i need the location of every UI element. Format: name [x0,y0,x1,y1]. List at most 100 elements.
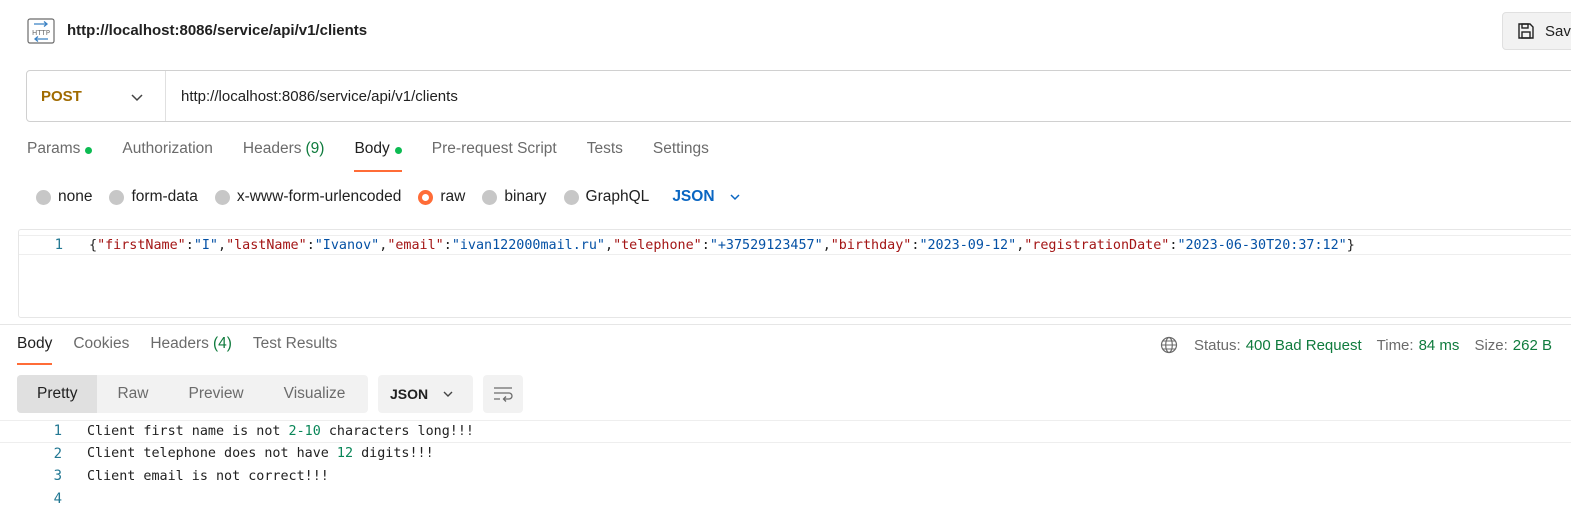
tab-params[interactable]: Params [27,140,93,172]
json-token: "lastName" [226,237,307,253]
active-indicator-dot [85,147,93,154]
body-mode-label: raw [440,188,466,205]
body-mode-x-www-form-urlencoded[interactable]: x-www-form-urlencoded [214,188,402,206]
save-button[interactable]: Sav [1502,12,1571,50]
response-token: Client email is not correct!!! [87,468,329,484]
response-token: Client first name is not [87,423,289,439]
body-mode-options: none form-data x-www-form-urlencoded raw bin… [36,186,741,208]
view-tab-raw[interactable]: Raw [97,375,168,413]
body-mode-none[interactable]: none [36,188,92,206]
body-mode-graphql[interactable]: GraphQL [563,188,650,206]
tab-label: Params [27,140,81,157]
json-token: "I" [193,237,218,253]
tab-label: Tests [586,140,623,157]
radio-button[interactable] [109,189,125,205]
json-token: { [89,237,98,253]
method-select[interactable]: POST [27,71,166,121]
body-format-label: JSON [672,188,715,205]
json-token: "firstName" [97,237,186,253]
tab-label: Authorization [122,140,213,157]
tab-body[interactable]: Body [354,140,403,172]
tab-label: Body [17,335,53,352]
response-status: Status: 400 Bad Request Time: 84 ms Size… [1160,336,1552,354]
json-token: "2023-09-12" [919,237,1017,253]
response-tab-cookies[interactable]: Cookies [73,335,129,365]
radio-button[interactable] [563,189,579,205]
response-token: Client telephone does not have [87,446,337,462]
tab-pre-request-script[interactable]: Pre-request Script [432,140,557,172]
radio-button[interactable] [36,189,51,205]
body-format-select[interactable]: JSON [672,188,740,206]
response-view-tabs: Pretty Raw Preview Visualize [17,375,368,413]
json-token: , [822,237,831,253]
globe-icon[interactable] [1160,336,1178,354]
response-line: 2 Client telephone does not have 12 digit… [0,443,1571,466]
response-line: 1 Client first name is not 2-10 character… [0,420,1571,443]
request-tabs: Params Authorization Headers (9) Body Pre-req… [27,140,739,172]
body-mode-label: form-data [131,188,198,205]
view-tab-visualize[interactable]: Visualize [264,375,366,413]
view-tab-preview[interactable]: Preview [169,375,264,413]
json-code[interactable]: {"firstName":"I","lastName":"Ivanov","em… [89,238,1355,253]
request-name[interactable]: http://localhost:8086/service/api/v1/cli… [67,22,367,39]
body-mode-label: x-www-form-urlencoded [236,188,402,205]
pane-divider[interactable] [0,324,1571,325]
radio-button[interactable] [418,189,434,205]
tab-count: (4) [212,335,232,352]
tab-tests[interactable]: Tests [587,140,623,172]
response-token: 12 [336,446,354,462]
response-tab-test-results[interactable]: Test Results [253,335,337,365]
response-format-select[interactable]: JSON [378,375,473,413]
tab-label: Test Results [252,335,338,352]
json-token: "ivan122000mail.ru" [451,237,605,253]
tab-count: (9) [305,140,325,157]
size-value[interactable]: 262 B [1513,337,1552,354]
response-tab-body[interactable]: Body [17,335,53,365]
wrap-lines-button[interactable] [483,375,523,413]
time-value[interactable]: 84 ms [1419,337,1460,354]
radio-button[interactable] [214,189,230,205]
tab-authorization[interactable]: Authorization [122,140,212,172]
status-label: Status: [1194,336,1241,354]
active-indicator-dot [394,147,402,154]
http-icon: HTTP [27,18,55,44]
svg-text:HTTP: HTTP [32,29,50,37]
wrap-icon [494,387,513,402]
line-number: 3 [53,468,62,485]
json-token: "birthday" [830,237,912,253]
tab-settings[interactable]: Settings [653,140,709,172]
body-mode-form-data[interactable]: form-data [109,188,198,206]
json-token: "registrationDate" [1024,237,1170,253]
response-line: 3 Client email is not correct!!! [0,465,1571,488]
body-mode-binary[interactable]: binary [482,188,547,206]
request-body-editor[interactable]: 1 {"firstName":"I","lastName":"Ivanov","… [18,229,1571,318]
json-token: , [218,237,227,253]
tab-label: Cookies [73,335,130,352]
tab-headers[interactable]: Headers (9) [243,140,325,172]
body-mode-raw[interactable]: raw [418,188,465,206]
time-label: Time: [1376,336,1414,354]
editor-line: 1 {"firstName":"I","lastName":"Ivanov","… [19,235,1571,255]
line-number: 1 [54,237,63,253]
json-token: "telephone" [613,237,702,253]
tab-label: Pre-request Script [431,140,557,157]
json-token: "+37529123457" [709,237,823,253]
line-number: 1 [53,423,62,440]
save-label: Sav [1545,22,1571,40]
body-mode-label: GraphQL [585,188,650,205]
response-text: Client telephone does not have 12 digits… [87,446,434,461]
response-tab-headers[interactable]: Headers (4) [150,335,232,365]
method-label: POST [41,87,82,105]
url-input[interactable] [166,71,1571,121]
response-text: Client first name is not 2-10 characters… [87,424,474,439]
response-body[interactable]: 1 Client first name is not 2-10 character… [0,420,1571,510]
save-icon [1518,23,1534,39]
status-value[interactable]: 400 Bad Request [1246,337,1362,354]
json-token: : [701,237,710,253]
response-line: 4 [0,488,1571,511]
radio-button[interactable] [482,189,498,205]
view-tab-pretty[interactable]: Pretty [17,375,98,413]
json-token: : [443,237,452,253]
response-token: digits!!! [353,446,434,462]
chevron-down-icon [443,391,453,397]
